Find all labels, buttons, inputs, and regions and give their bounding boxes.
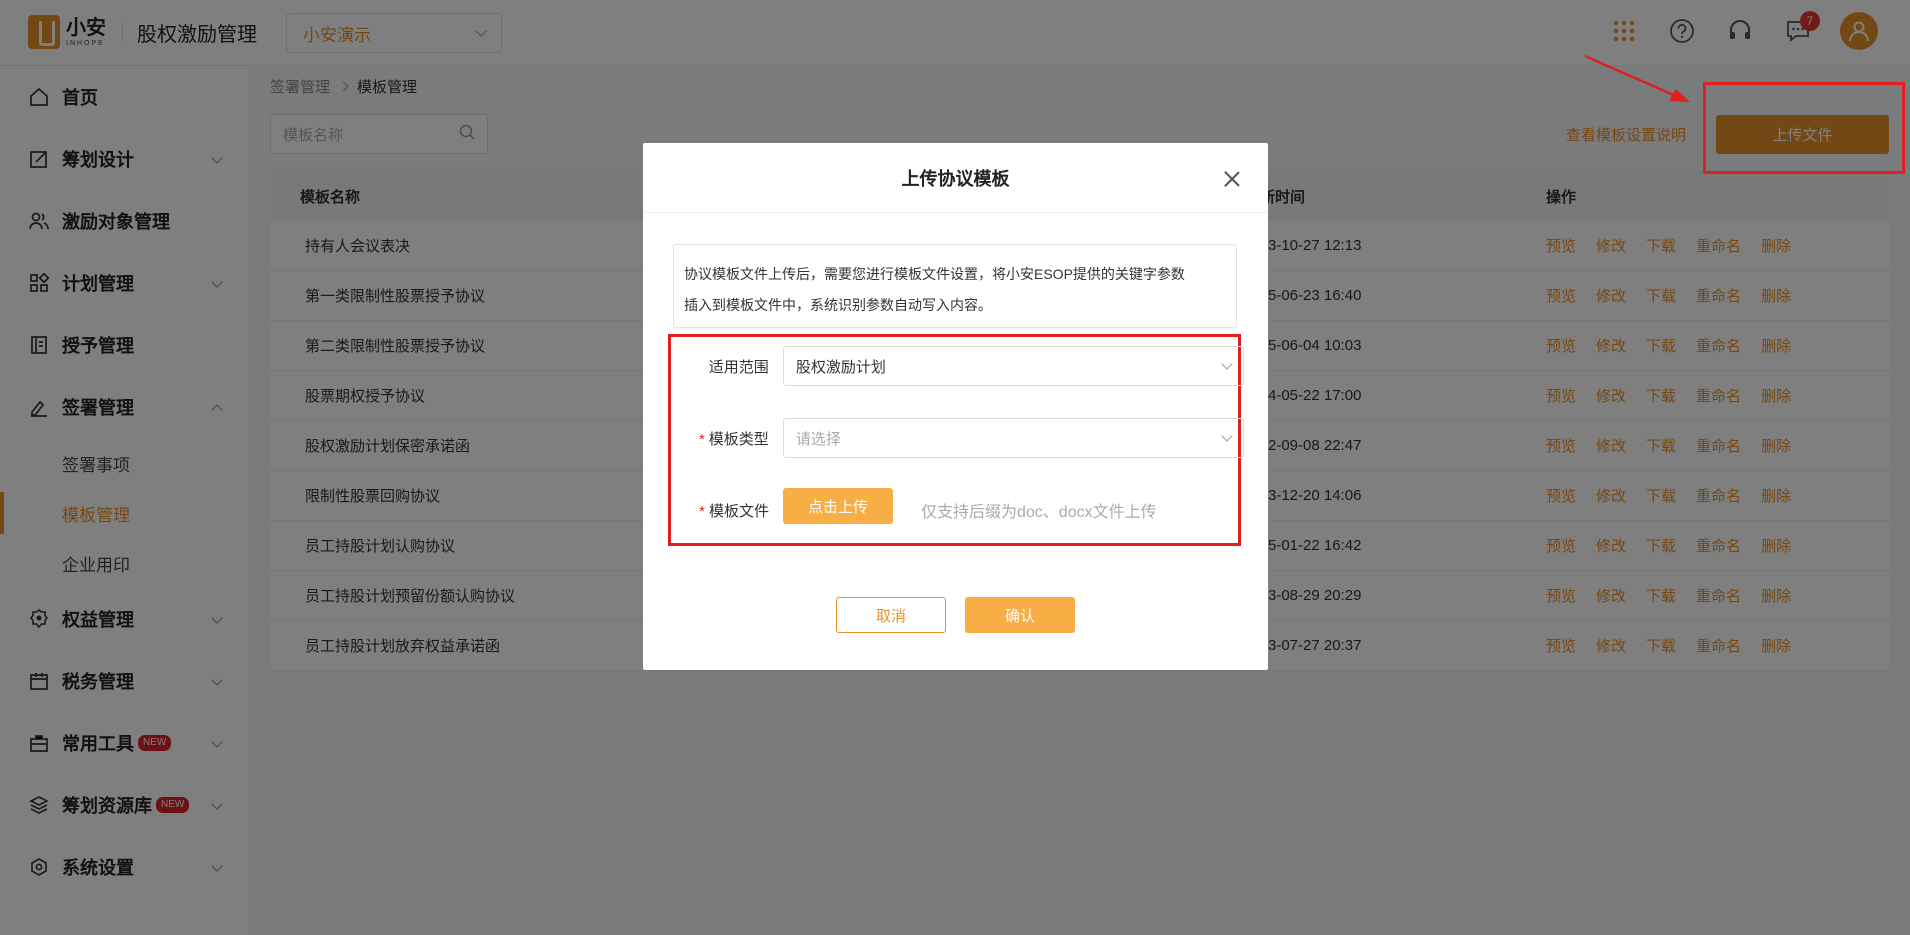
form-row-type: * 模板类型 请选择 <box>671 418 1244 458</box>
upload-template-modal: 上传协议模板 协议模板文件上传后，需要您进行模板文件设置，将小安ESOP提供的关… <box>643 143 1268 670</box>
upload-notice: 协议模板文件上传后，需要您进行模板文件设置，将小安ESOP提供的关键字参数 插入… <box>673 244 1237 328</box>
scope-label: 适用范围 <box>708 358 769 376</box>
chevron-down-icon <box>1221 430 1233 442</box>
close-icon[interactable] <box>1224 171 1240 187</box>
notice-line: 协议模板文件上传后，需要您进行模板文件设置，将小安ESOP提供的关键字参数 <box>684 266 1185 282</box>
upload-highlight-box <box>1703 82 1905 174</box>
notice-line: 插入到模板文件中，系统识别参数自动写入内容。 <box>684 297 992 313</box>
modal-title: 上传协议模板 <box>901 168 1010 189</box>
scope-select[interactable]: 股权激励计划 <box>782 346 1244 386</box>
form-row-scope: 适用范围 股权激励计划 <box>671 346 1244 386</box>
confirm-button[interactable]: 确认 <box>965 597 1075 633</box>
file-format-hint: 仅支持后缀为doc、docx文件上传 <box>921 504 1157 521</box>
form-highlight-box: 适用范围 股权激励计划 * 模板类型 请选择 * 模板文件 点击上传 仅支持后缀为d… <box>668 334 1244 546</box>
chevron-down-icon <box>1221 358 1233 370</box>
form-row-file: * 模板文件 点击上传 仅支持后缀为doc、docx文件上传 <box>671 488 1244 530</box>
scope-select-value: 股权激励计划 <box>795 358 886 376</box>
template-type-label: * 模板类型 <box>698 430 769 448</box>
template-file-label: * 模板文件 <box>699 502 769 520</box>
modal-header: 上传协议模板 <box>643 143 1268 213</box>
click-upload-button[interactable]: 点击上传 <box>783 488 893 524</box>
template-type-placeholder: 请选择 <box>795 430 841 448</box>
cancel-button[interactable]: 取消 <box>836 597 946 633</box>
template-type-select[interactable]: 请选择 <box>782 418 1244 458</box>
modal-footer: 取消 确认 <box>643 597 1268 633</box>
